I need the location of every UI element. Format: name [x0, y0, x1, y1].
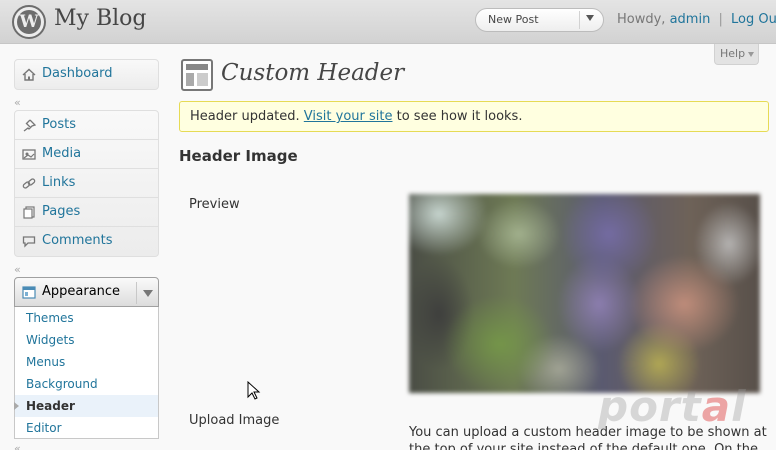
admin-header: W My Blog New Post Howdy, admin | Log Ou…	[0, 0, 776, 44]
wordpress-logo-icon[interactable]: W	[12, 5, 46, 39]
user-greeting: Howdy, admin | Log Out	[617, 12, 776, 27]
notice-after: to see how it looks.	[396, 109, 523, 124]
new-post-label[interactable]: New Post	[488, 13, 539, 26]
upload-image-label: Upload Image	[189, 413, 280, 428]
chevron-down-icon[interactable]	[136, 282, 158, 304]
page-title: Custom Header	[221, 60, 405, 86]
watermark-logo: portal	[598, 382, 747, 431]
collapse-arrow-icon[interactable]: «	[14, 95, 24, 109]
sidebar-item-comments[interactable]: Comments	[15, 227, 158, 256]
logout-link[interactable]: Log Out	[731, 12, 776, 27]
sidebar-item-label: Pages	[42, 204, 81, 219]
update-notice: Header updated. Visit your site to see h…	[179, 101, 769, 132]
submenu-item-themes[interactable]: Themes	[15, 307, 158, 329]
notice-text: Header updated. Visit your site to see h…	[190, 109, 522, 124]
notice-before: Header updated.	[190, 109, 300, 124]
menu-content-group: Posts Media Links Pages Comments	[14, 110, 159, 257]
home-icon	[22, 68, 36, 81]
pages-icon	[23, 206, 35, 219]
divider	[579, 11, 580, 29]
site-title[interactable]: My Blog	[54, 6, 146, 31]
submenu-item-background[interactable]: Background	[15, 373, 158, 395]
help-label: Help	[720, 47, 746, 60]
help-tab[interactable]: Help	[714, 44, 759, 65]
appearance-icon	[22, 286, 36, 299]
new-post-dropdown[interactable]: New Post	[475, 8, 604, 32]
sidebar-item-label: Media	[42, 146, 82, 161]
sidebar-item-label: Comments	[42, 233, 113, 248]
current-marker-icon	[14, 402, 19, 410]
howdy-text: Howdy,	[617, 12, 666, 27]
sidebar-item-appearance[interactable]: Appearance	[14, 277, 159, 307]
section-title: Header Image	[179, 147, 298, 165]
sidebar-item-dashboard[interactable]: Dashboard	[15, 60, 158, 89]
sidebar-item-posts[interactable]: Posts	[15, 111, 158, 140]
submenu-item-header[interactable]: Header	[14, 395, 158, 417]
sidebar-item-label: Appearance	[42, 284, 121, 299]
custom-header-page-icon	[181, 59, 213, 91]
submenu-item-label: Header	[26, 399, 75, 413]
sidebar-item-pages[interactable]: Pages	[15, 198, 158, 227]
comment-icon	[22, 236, 36, 248]
appearance-submenu: Themes Widgets Menus Background Header E…	[14, 307, 159, 439]
header-image-preview	[409, 194, 760, 393]
submenu-item-widgets[interactable]: Widgets	[15, 329, 158, 351]
username-link[interactable]: admin	[670, 12, 711, 27]
sidebar-item-label: Dashboard	[42, 66, 113, 81]
preview-label: Preview	[189, 197, 240, 212]
sidebar-item-media[interactable]: Media	[15, 140, 158, 169]
submenu-item-menus[interactable]: Menus	[15, 351, 158, 373]
collapse-arrow-icon[interactable]: «	[14, 441, 24, 450]
visit-site-link[interactable]: Visit your site	[304, 109, 393, 124]
submenu-item-editor[interactable]: Editor	[15, 417, 158, 439]
chevron-down-icon[interactable]	[586, 15, 594, 21]
collapse-arrow-icon[interactable]: «	[14, 262, 24, 276]
link-icon	[22, 178, 36, 189]
media-icon	[22, 149, 36, 160]
sidebar-item-links[interactable]: Links	[15, 169, 158, 198]
mouse-cursor-icon	[247, 381, 261, 400]
pin-icon	[23, 119, 36, 132]
menu-dashboard-group: Dashboard	[14, 59, 159, 90]
chevron-down-icon	[748, 51, 755, 57]
sidebar-item-label: Posts	[42, 117, 76, 132]
sidebar-item-label: Links	[42, 175, 76, 190]
separator: |	[718, 12, 723, 27]
